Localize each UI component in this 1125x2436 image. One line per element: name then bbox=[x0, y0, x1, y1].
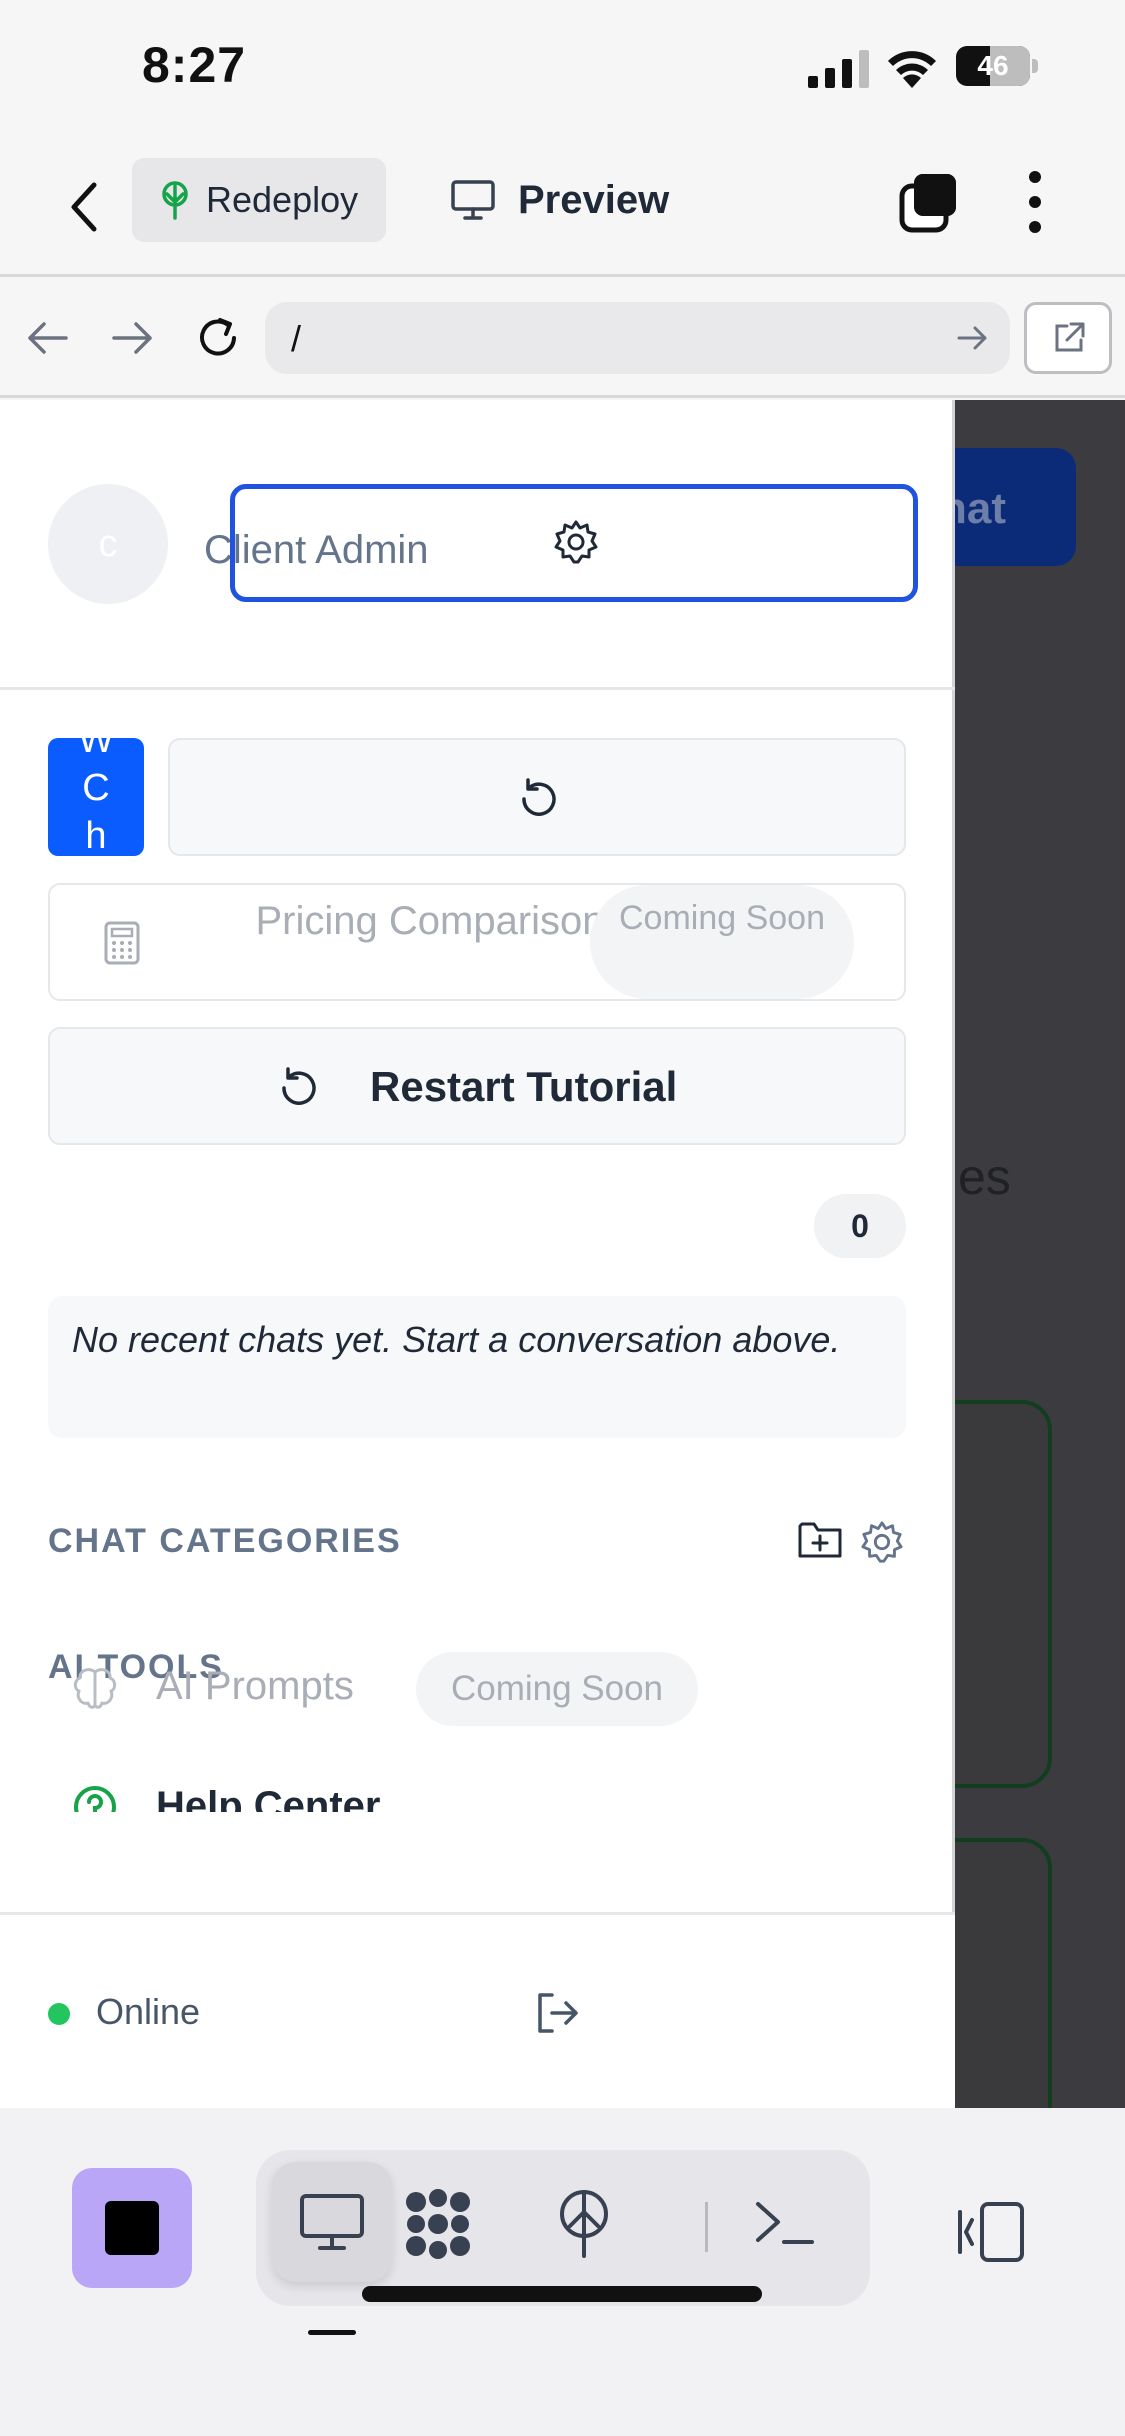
open-external-button[interactable] bbox=[1024, 302, 1112, 374]
help-center-label: Help Center bbox=[156, 1784, 381, 1812]
reload-icon[interactable] bbox=[190, 310, 246, 366]
online-status-label: Online bbox=[96, 1991, 201, 2032]
wifi-icon bbox=[888, 51, 936, 88]
stop-icon bbox=[105, 2201, 159, 2255]
arrow-back-icon[interactable] bbox=[20, 310, 76, 366]
app-toolbar: Redeploy Preview bbox=[0, 135, 1125, 277]
calculator-icon bbox=[104, 921, 140, 965]
chat-categories-heading: CHAT CATEGORIES bbox=[48, 1522, 402, 1560]
background-heading: es bbox=[958, 1149, 1011, 1205]
preview-button[interactable]: Preview bbox=[450, 158, 669, 242]
help-center-item[interactable]: Help Center bbox=[48, 1762, 908, 1812]
coming-soon-badge: Coming Soon bbox=[416, 1652, 698, 1726]
browser-url-bar: / bbox=[0, 280, 1125, 398]
ai-prompts-item[interactable]: AI Prompts Coming Soon bbox=[48, 1640, 908, 1736]
pricing-comparison-label: Pricing Comparison bbox=[255, 899, 605, 943]
new-chat-button[interactable]: W C h bbox=[48, 738, 144, 856]
new-chat-label: W C h bbox=[78, 738, 114, 856]
redeploy-label: Redeploy bbox=[206, 179, 359, 220]
hexagon-cluster-icon bbox=[406, 2189, 470, 2259]
view-switcher bbox=[256, 2150, 870, 2306]
split-view-icon[interactable] bbox=[956, 2200, 1028, 2264]
cellular-signal-icon bbox=[808, 50, 869, 88]
deploy-tree-icon bbox=[560, 2190, 608, 2258]
bottom-dock bbox=[0, 2108, 1125, 2436]
url-input[interactable]: / bbox=[265, 302, 1010, 374]
more-vertical-icon[interactable] bbox=[1022, 169, 1048, 235]
recent-chats-count-badge: 0 bbox=[814, 1194, 906, 1258]
brain-icon bbox=[73, 1668, 117, 1709]
gear-icon[interactable] bbox=[860, 1520, 904, 1564]
restart-icon bbox=[282, 1067, 316, 1105]
tabs-icon[interactable] bbox=[898, 171, 960, 233]
status-bar: 8:27 46 bbox=[0, 0, 1125, 135]
web-preview-area: hat es c Client Admin W C h Pricing Comp… bbox=[0, 400, 1125, 2108]
avatar-initial: c bbox=[98, 523, 118, 565]
battery-percent: 46 bbox=[977, 50, 1009, 81]
terminal-icon bbox=[756, 2202, 814, 2244]
drawer-footer: Online bbox=[0, 1912, 955, 2108]
terminal-view-button[interactable] bbox=[724, 2162, 844, 2282]
logout-icon[interactable] bbox=[532, 1987, 584, 2039]
agents-view-button[interactable] bbox=[376, 2162, 496, 2282]
profile-section: c Client Admin bbox=[0, 400, 955, 690]
active-view-indicator bbox=[308, 2330, 356, 2335]
preview-label: Preview bbox=[518, 177, 670, 222]
status-time: 8:27 bbox=[142, 37, 247, 93]
sidebar-drawer: c Client Admin W C h Pricing Comparison … bbox=[0, 400, 955, 2108]
deploy-view-button[interactable] bbox=[524, 2162, 644, 2282]
ai-prompts-label: AI Prompts bbox=[156, 1664, 354, 1708]
restart-tutorial-button[interactable]: Restart Tutorial bbox=[48, 1027, 906, 1145]
redeploy-button[interactable]: Redeploy bbox=[132, 158, 386, 242]
back-chevron-icon[interactable] bbox=[60, 175, 110, 239]
external-link-icon bbox=[1055, 322, 1085, 352]
url-text: / bbox=[291, 318, 302, 359]
profile-settings-button[interactable] bbox=[230, 484, 918, 602]
refresh-icon bbox=[522, 778, 556, 816]
category-actions bbox=[796, 1518, 908, 1566]
arrow-forward-icon[interactable] bbox=[104, 310, 160, 366]
dock-divider bbox=[705, 2202, 708, 2252]
avatar: c bbox=[48, 484, 168, 604]
home-indicator bbox=[362, 2286, 762, 2302]
online-status-dot bbox=[48, 2003, 70, 2025]
restart-tutorial-label: Restart Tutorial bbox=[370, 1063, 678, 1110]
go-arrow-icon[interactable] bbox=[954, 320, 990, 356]
help-circle-icon bbox=[74, 1786, 116, 1812]
stop-button[interactable] bbox=[72, 2168, 192, 2288]
add-folder-icon[interactable] bbox=[796, 1518, 844, 1562]
preview-view-button[interactable] bbox=[272, 2162, 392, 2282]
pricing-comparison-button[interactable]: Pricing Comparison Coming Soon bbox=[48, 883, 906, 1001]
monitor-icon bbox=[451, 180, 495, 220]
coming-soon-badge: Coming Soon bbox=[590, 885, 854, 999]
deploy-tree-icon bbox=[162, 181, 188, 220]
monitor-icon bbox=[300, 2194, 364, 2250]
refresh-chats-button[interactable] bbox=[168, 738, 906, 856]
gear-icon bbox=[554, 520, 598, 564]
empty-recent-chats-message: No recent chats yet. Start a conversatio… bbox=[48, 1296, 906, 1438]
battery-icon: 46 bbox=[956, 46, 1038, 86]
